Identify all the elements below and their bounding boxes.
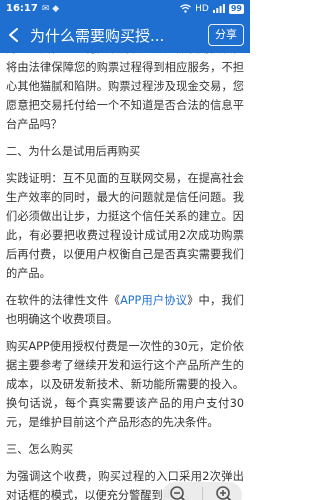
- article-content[interactable]: 另一方面，您的付费取得合法的产品使用授权，将由法律保障您的购票过程得到相应服务，…: [0, 53, 250, 500]
- paragraph-pricing: 购买APP使用授权付费是一次性的30元，定价依据主要参考了继续开发和运行这个产品…: [6, 340, 244, 429]
- network-type-label: HD: [195, 3, 209, 14]
- status-right: HD 99: [180, 3, 244, 14]
- zoom-in-icon[interactable]: [214, 484, 236, 500]
- paragraph-legal: 在软件的法律性文件《APP用户协议》中，我们也明确这个收费项目。: [6, 291, 244, 329]
- legal-text-prefix: 在软件的法律性文件《: [6, 294, 121, 307]
- wifi-icon: [180, 4, 192, 13]
- status-time: 16:17: [6, 3, 38, 14]
- zoom-out-icon[interactable]: [168, 484, 190, 500]
- share-button[interactable]: 分享: [208, 24, 244, 46]
- signal-icon: [212, 4, 225, 13]
- page-title: 为什么需要购买授...: [30, 26, 165, 45]
- status-bar: 16:17 ✉ ◆ HD 99: [0, 0, 250, 17]
- battery-icon: 99: [228, 3, 244, 14]
- paragraph-intro: 另一方面，您的付费取得合法的产品使用授权，将由法律保障您的购票过程得到相应服务，…: [6, 53, 244, 131]
- zoom-control: [162, 482, 242, 500]
- section-heading-why-trial: 二、为什么是试用后再购买: [6, 145, 141, 158]
- section-heading-how-to-buy: 三、怎么购买: [6, 443, 74, 456]
- app-bar: 为什么需要购买授... 分享: [0, 17, 250, 53]
- zoom-divider: [201, 487, 203, 500]
- notification-icons: ✉ ◆: [41, 3, 60, 14]
- back-arrow-icon[interactable]: [0, 17, 26, 53]
- paragraph-trust: 实践证明：互不见面的互联网交易，在提高社会生产效率的同时，最大的问题就是信任问题…: [6, 172, 244, 280]
- user-agreement-link[interactable]: APP用户协议: [120, 294, 187, 307]
